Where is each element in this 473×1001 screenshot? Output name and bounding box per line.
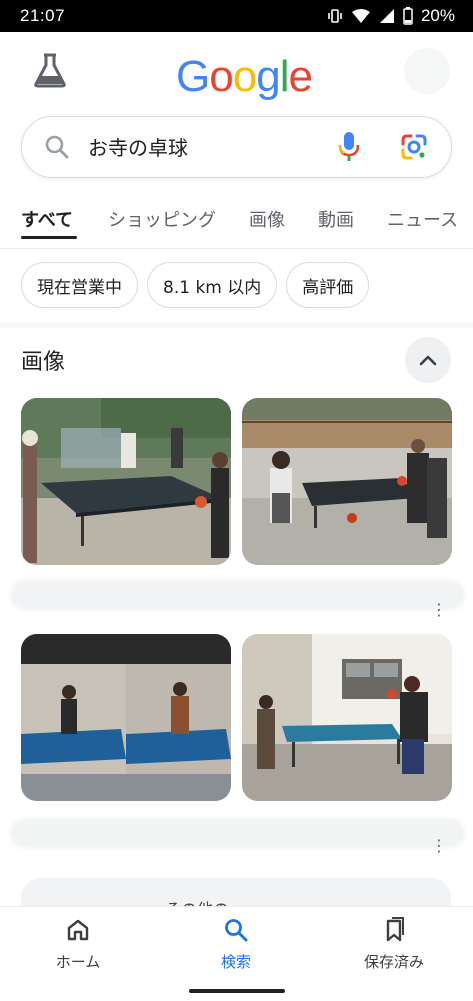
- image-result-3[interactable]: [21, 634, 231, 801]
- table-tennis-photo: [242, 398, 452, 565]
- chip-open-now[interactable]: 現在営業中: [21, 262, 138, 308]
- google-lens-icon[interactable]: [400, 133, 428, 161]
- search-tabs: すべて ショッピング 画像 動画 ニュース: [0, 196, 473, 249]
- vibrate-icon: [328, 9, 342, 23]
- table-tennis-photo: [21, 634, 231, 801]
- status-icons: 20%: [327, 0, 455, 32]
- tab-news[interactable]: ニュース: [387, 206, 458, 232]
- search-bar[interactable]: お寺の卓球: [21, 116, 452, 178]
- images-section-title: 画像: [21, 350, 66, 375]
- status-bar: 21:07 20%: [0, 0, 473, 32]
- tab-images[interactable]: 画像: [249, 206, 285, 232]
- more-options-icon[interactable]: ⋮: [429, 836, 449, 856]
- section-divider: [0, 322, 473, 328]
- nav-search[interactable]: 検索: [176, 917, 296, 972]
- gesture-handle[interactable]: [189, 989, 285, 993]
- nav-saved-label: 保存済み: [363, 953, 424, 971]
- table-tennis-photo: [21, 398, 231, 565]
- image-result-1[interactable]: [21, 398, 231, 565]
- chevron-up-icon: [419, 355, 437, 366]
- google-logo: Google: [176, 52, 313, 101]
- chip-distance[interactable]: 8.1 km 以内: [147, 262, 278, 308]
- tab-all[interactable]: すべて: [21, 206, 73, 232]
- battery-level: 20%: [420, 6, 455, 25]
- nav-search-label: 検索: [220, 953, 251, 971]
- collapse-button[interactable]: [405, 337, 451, 383]
- chip-top-rated[interactable]: 高評価: [286, 262, 370, 308]
- status-time: 21:07: [20, 6, 66, 25]
- image-caption-blurred: [10, 818, 465, 848]
- microphone-icon[interactable]: [338, 131, 360, 163]
- wifi-icon: [351, 9, 370, 23]
- nav-saved[interactable]: 保存済み: [334, 917, 454, 972]
- search-input[interactable]: お寺の卓球: [88, 132, 188, 161]
- nav-home-label: ホーム: [55, 953, 101, 971]
- image-result-4[interactable]: [242, 634, 452, 801]
- table-tennis-photo: [242, 634, 452, 801]
- bottom-navigation: ホーム 検索 保存済み: [0, 906, 473, 1001]
- more-options-icon[interactable]: ⋮: [429, 600, 449, 620]
- account-avatar[interactable]: [404, 48, 450, 94]
- image-caption-blurred: [10, 580, 465, 610]
- filter-chips: 現在営業中 8.1 km 以内 高評価: [21, 262, 370, 310]
- signal-icon: [379, 9, 394, 23]
- tab-videos[interactable]: 動画: [318, 206, 354, 232]
- search-icon: [225, 919, 248, 942]
- image-result-2[interactable]: [242, 398, 452, 565]
- search-icon: [45, 135, 69, 159]
- bookmarks-icon: [386, 917, 404, 942]
- top-bar: Google: [0, 32, 473, 122]
- home-icon: [67, 919, 89, 941]
- battery-icon: [403, 7, 413, 25]
- active-tab-indicator: [21, 236, 77, 239]
- labs-flask-icon[interactable]: [33, 52, 67, 88]
- nav-home[interactable]: ホーム: [18, 917, 138, 972]
- tab-shopping[interactable]: ショッピング: [108, 206, 216, 232]
